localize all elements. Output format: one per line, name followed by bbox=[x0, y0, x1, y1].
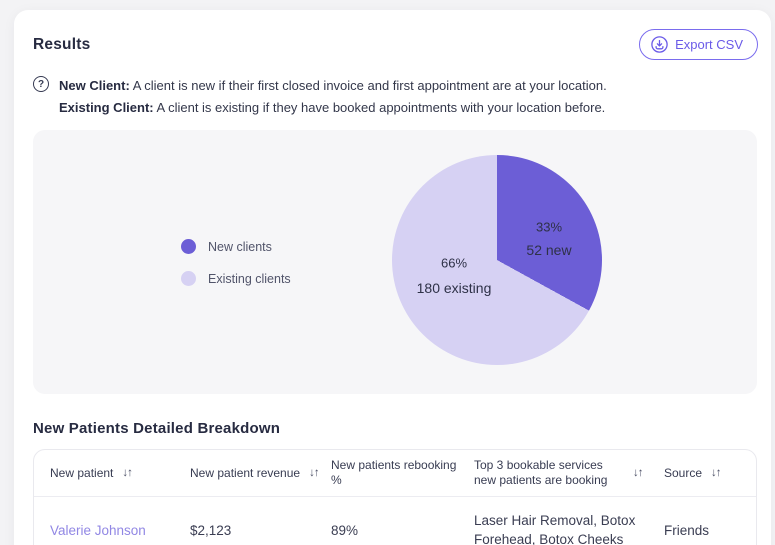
table-row: Valerie Johnson $2,123 89% Laser Hair Re… bbox=[34, 497, 756, 545]
download-icon bbox=[651, 36, 668, 53]
legend-item-new-clients: New clients bbox=[181, 239, 291, 254]
pie-label-new-percent: 33% bbox=[535, 219, 563, 235]
chart-legend: New clients Existing clients bbox=[181, 239, 291, 286]
pie-label-existing-count: 180 existing bbox=[416, 280, 492, 296]
legend-item-existing-clients: Existing clients bbox=[181, 271, 291, 286]
new-patients-table: New patient ↓↑ New patient revenue ↓↑ Ne… bbox=[33, 449, 757, 545]
table-header-row: New patient ↓↑ New patient revenue ↓↑ Ne… bbox=[34, 450, 756, 497]
column-header-new-patient: New patient ↓↑ bbox=[50, 465, 133, 480]
cell-source: Friends bbox=[664, 522, 710, 538]
help-icon[interactable]: ? bbox=[33, 76, 49, 92]
sort-icon[interactable]: ↓↑ bbox=[309, 467, 319, 479]
cell-rebooking: 89% bbox=[331, 522, 359, 538]
pie-label-existing-percent: 66% bbox=[440, 255, 468, 271]
table-heading: New Patients Detailed Breakdown bbox=[33, 420, 281, 437]
export-csv-label: Export CSV bbox=[675, 37, 743, 52]
legend-label-new-clients: New clients bbox=[208, 239, 272, 254]
export-csv-button[interactable]: Export CSV bbox=[639, 29, 758, 60]
sort-icon[interactable]: ↓↑ bbox=[633, 467, 643, 479]
column-header-services: Top 3 bookable services new patients are… bbox=[474, 458, 643, 487]
card-header: Results Export CSV bbox=[33, 29, 758, 60]
sort-icon[interactable]: ↓↑ bbox=[711, 467, 721, 479]
new-client-definition: New Client: A client is new if their fir… bbox=[59, 78, 607, 93]
clients-pie-chart-panel: New clients Existing clients 33% 52 new … bbox=[33, 130, 757, 394]
page-title: Results bbox=[33, 35, 91, 53]
legend-swatch-new-clients bbox=[181, 239, 196, 254]
results-card: Results Export CSV ? New Client: A clien… bbox=[14, 10, 771, 545]
column-header-revenue: New patient revenue ↓↑ bbox=[190, 465, 320, 480]
column-header-source: Source ↓↑ bbox=[664, 465, 721, 480]
cell-revenue: $2,123 bbox=[190, 522, 232, 538]
client-definitions: ? New Client: A client is new if their f… bbox=[33, 75, 758, 119]
legend-swatch-existing-clients bbox=[181, 271, 196, 286]
legend-label-existing-clients: Existing clients bbox=[208, 271, 291, 286]
pie-label-new-count: 52 new bbox=[526, 242, 572, 258]
column-header-rebooking: New patients rebooking % bbox=[331, 458, 457, 487]
sort-icon[interactable]: ↓↑ bbox=[122, 467, 132, 479]
cell-services: Laser Hair Removal, Botox Forehead, Boto… bbox=[474, 513, 636, 545]
existing-client-definition: Existing Client: A client is existing if… bbox=[59, 100, 606, 115]
pie-chart[interactable]: 33% 52 new 66% 180 existing bbox=[392, 155, 602, 365]
patient-name-link[interactable]: Valerie Johnson bbox=[50, 523, 146, 538]
